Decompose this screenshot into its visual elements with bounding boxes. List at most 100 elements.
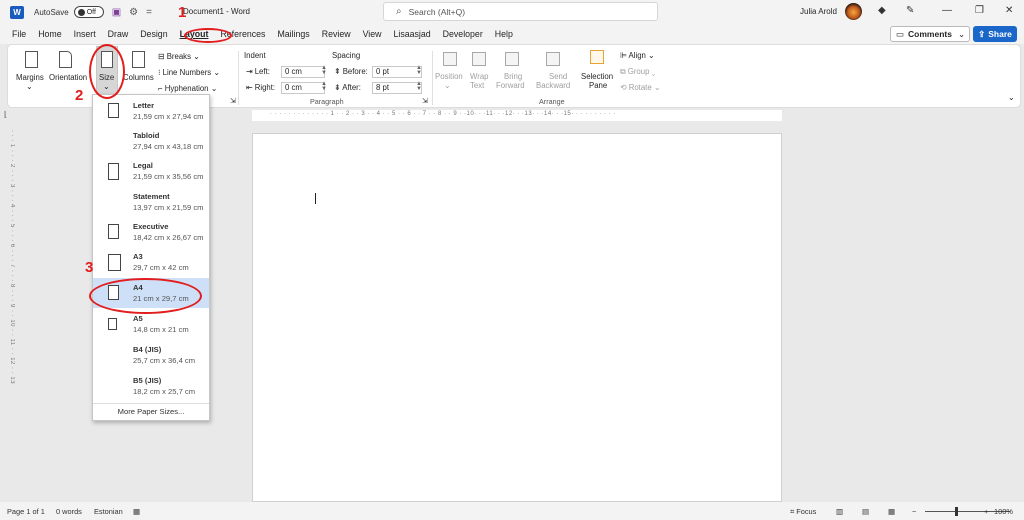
margins-button[interactable]: Margins	[16, 73, 44, 82]
size-option-name: B5 (JIS)	[133, 376, 162, 385]
orientation-icon[interactable]	[59, 51, 72, 68]
breaks-label: Breaks	[166, 52, 191, 61]
rotate-icon: ⟲	[620, 83, 629, 92]
spacing-before-spinner[interactable]: ▲ ▼	[416, 65, 422, 76]
pen-icon[interactable]: ✎	[906, 5, 914, 16]
size-option-dims: 14,8 cm x 21 cm	[133, 325, 189, 334]
zoom-level[interactable]: 100%	[994, 507, 1013, 516]
wrap-text-line1[interactable]: Wrap	[470, 72, 489, 81]
spacing-title: Spacing	[332, 51, 361, 60]
spacing-before-input[interactable]: 0 pt	[372, 66, 422, 78]
tab-help[interactable]: Help	[489, 29, 519, 39]
search-input[interactable]: ⌕ Search (Alt+Q)	[383, 2, 658, 21]
restore-icon[interactable]: ❐	[975, 5, 984, 16]
print-layout-icon[interactable]: ▤	[862, 507, 869, 516]
spacing-after-spinner[interactable]: ▲ ▼	[416, 81, 422, 92]
zoom-slider-handle[interactable]	[955, 507, 958, 516]
page-setup-launcher-icon[interactable]: ⇲	[230, 97, 236, 105]
autosave-state: Off	[86, 8, 96, 16]
document-page[interactable]	[252, 133, 782, 502]
collapse-ribbon-icon[interactable]: ⌄	[1008, 93, 1015, 102]
minimize-icon[interactable]: —	[942, 5, 952, 16]
comments-label: Comments	[908, 29, 952, 39]
size-option-statement[interactable]: Statement 13,97 cm x 21,59 cm	[93, 187, 209, 217]
focus-button[interactable]: ⌗ Focus	[790, 507, 816, 517]
tab-developer[interactable]: Developer	[437, 29, 489, 39]
selection-pane-line2[interactable]: Pane	[589, 81, 607, 90]
columns-button[interactable]: Columns	[123, 73, 154, 82]
ribbon-tabs: File Home Insert Draw Design Layout Refe…	[0, 24, 1024, 44]
page-icon	[108, 103, 119, 118]
zoom-in-icon[interactable]: +	[984, 507, 988, 516]
tab-home[interactable]: Home	[32, 29, 67, 39]
tab-lisaasjad[interactable]: Lisaasjad	[387, 29, 436, 39]
tab-review[interactable]: Review	[316, 29, 357, 39]
page-icon	[108, 254, 121, 271]
bring-forward-line2[interactable]: Forward	[496, 81, 525, 90]
tab-view[interactable]: View	[357, 29, 388, 39]
send-backward-line1[interactable]: Send	[549, 72, 567, 81]
rotate-button[interactable]: ⟲ Rotate ⌄	[620, 83, 660, 92]
size-option-name: Letter	[133, 101, 155, 110]
read-mode-icon[interactable]: ▥	[836, 507, 843, 516]
position-button[interactable]: Position	[435, 72, 463, 81]
size-option-executive[interactable]: Executive 18,42 cm x 26,67 cm	[93, 217, 209, 247]
tab-file[interactable]: File	[6, 29, 32, 39]
bring-forward-line1[interactable]: Bring	[504, 72, 522, 81]
size-option-dims: 27,94 cm x 43,18 cm	[133, 142, 204, 151]
size-option-legal[interactable]: Legal 21,59 cm x 35,56 cm	[93, 156, 209, 186]
comments-button[interactable]: ▭ Comments ⌄	[890, 26, 970, 42]
indent-left-input[interactable]: 0 cm	[281, 66, 325, 78]
annotation-ring-a4	[89, 278, 202, 314]
more-paper-sizes-link[interactable]: More Paper Sizes...	[93, 407, 209, 416]
paragraph-launcher-icon[interactable]: ⇲	[422, 97, 428, 105]
line-numbers-button[interactable]: ⁝ Line Numbers ⌄	[158, 68, 220, 77]
autosave-toggle[interactable]: Off	[73, 6, 104, 18]
spacing-after-text: After:	[342, 83, 361, 92]
size-option-b5-jis[interactable]: B5 (JIS) 18,2 cm x 25,7 cm	[93, 371, 209, 401]
web-layout-icon[interactable]: ▦	[888, 507, 895, 516]
group-button[interactable]: ⧉ Group ⌄	[620, 67, 655, 77]
orientation-button[interactable]: Orientation	[49, 73, 87, 82]
zoom-out-icon[interactable]: −	[912, 507, 916, 516]
size-option-tabloid[interactable]: Tabloid 27,94 cm x 43,18 cm	[93, 126, 209, 156]
size-option-b4-jis[interactable]: B4 (JIS) 25,7 cm x 36,4 cm	[93, 340, 209, 370]
indent-left-spinner[interactable]: ▲ ▼	[321, 65, 327, 76]
annotation-ring-layout	[184, 28, 232, 43]
language-status[interactable]: Estonian	[94, 507, 123, 516]
quick-access-more-icon[interactable]: =	[146, 7, 152, 18]
page-icon	[108, 318, 117, 330]
save-icon[interactable]: ▣	[112, 7, 121, 18]
customize-icon[interactable]: ⚙	[129, 7, 138, 18]
share-button[interactable]: ⇪ Share	[973, 26, 1017, 42]
tab-mailings[interactable]: Mailings	[271, 29, 315, 39]
size-option-a3[interactable]: A3 29,7 cm x 42 cm	[93, 247, 209, 277]
tab-design[interactable]: Design	[134, 29, 173, 39]
accessibility-icon[interactable]: ▦	[133, 507, 140, 516]
margins-icon[interactable]	[25, 51, 38, 68]
tab-draw[interactable]: Draw	[102, 29, 135, 39]
wrap-text-line2[interactable]: Text	[470, 81, 484, 90]
vertical-ruler[interactable]: · · · 1 · · · 2 · · · 3 · · · 4 · · · 5 …	[5, 130, 15, 502]
columns-icon[interactable]	[132, 51, 145, 68]
hyphenation-button[interactable]: ⌐ Hyphenation ⌄	[158, 84, 217, 93]
status-bar: Page 1 of 1 0 words Estonian ▦ ⌗ Focus ▥…	[0, 502, 1024, 520]
send-backward-line2[interactable]: Backward	[536, 81, 570, 90]
indent-right-spinner[interactable]: ▲ ▼	[321, 81, 327, 92]
breaks-button[interactable]: ⊟ Breaks ⌄	[158, 52, 200, 61]
size-option-dims: 25,7 cm x 36,4 cm	[133, 356, 196, 365]
spacing-after-input[interactable]: 8 pt	[372, 82, 422, 94]
size-option-letter[interactable]: Letter 21,59 cm x 27,94 cm	[93, 96, 209, 126]
tab-selector-icon[interactable]: ⌊	[0, 110, 15, 121]
annotation-ring-size	[89, 44, 125, 99]
tab-insert[interactable]: Insert	[68, 29, 102, 39]
close-icon[interactable]: ✕	[1005, 5, 1013, 16]
word-count[interactable]: 0 words	[56, 507, 82, 516]
avatar[interactable]	[845, 3, 862, 20]
indent-right-input[interactable]: 0 cm	[281, 82, 325, 94]
diamond-icon[interactable]: ◆	[878, 5, 886, 16]
spacing-after-label: ⇟ After:	[334, 83, 361, 92]
align-button[interactable]: ⊫ Align ⌄	[620, 51, 655, 60]
page-count[interactable]: Page 1 of 1	[7, 507, 45, 516]
selection-pane-line1[interactable]: Selection	[581, 72, 613, 81]
